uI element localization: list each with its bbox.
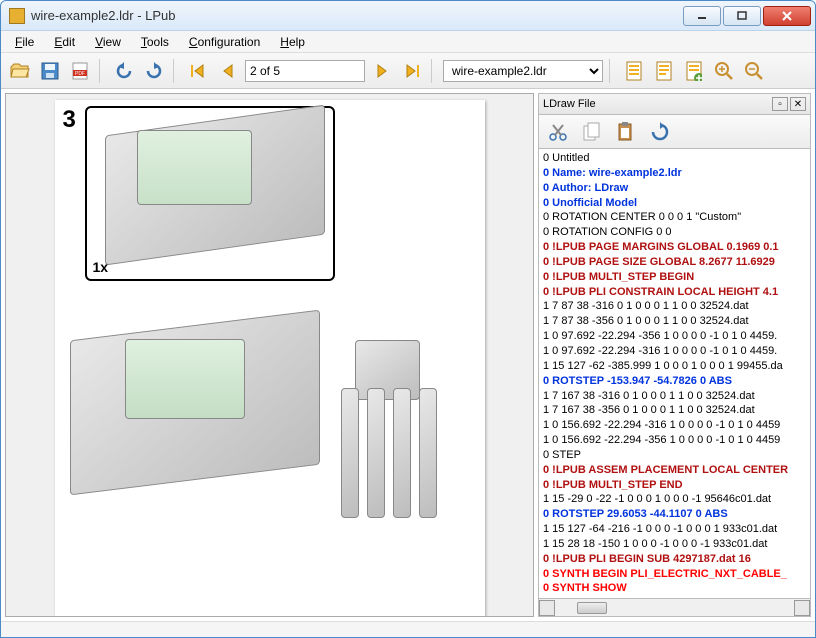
scroll-left-arrow[interactable] <box>539 600 555 616</box>
code-line[interactable]: 0 ROTATION CENTER 0 0 0 1 "Custom" <box>543 210 806 225</box>
code-line[interactable]: 0 !LPUB MULTI_STEP BEGIN <box>543 270 806 285</box>
prev-page-icon[interactable] <box>215 58 241 84</box>
code-line[interactable]: 0 Untitled <box>543 151 806 166</box>
code-line[interactable]: 1 7 167 38 -316 0 1 0 0 0 1 1 0 0 32524.… <box>543 389 806 404</box>
app-icon <box>9 8 25 24</box>
panel-undock-button[interactable]: ▫ <box>772 97 788 111</box>
instruction-page: 3 1x 2 <box>55 100 485 617</box>
code-line[interactable]: 1 0 156.692 -22.294 -316 1 0 0 0 0 -1 0 … <box>543 418 806 433</box>
code-line[interactable]: 0 ROTATION CONFIG 0 0 <box>543 225 806 240</box>
paste-icon[interactable] <box>613 119 639 145</box>
code-line[interactable]: 1 7 87 38 -316 0 1 0 0 0 1 1 0 0 32524.d… <box>543 299 806 314</box>
doc-icon-2[interactable] <box>651 58 677 84</box>
menu-edit[interactable]: Edit <box>46 33 83 51</box>
code-line[interactable]: 1 0 156.692 -22.294 -356 1 0 0 0 0 -1 0 … <box>543 433 806 448</box>
close-button[interactable] <box>763 6 811 26</box>
horizontal-scrollbar[interactable] <box>538 599 811 617</box>
panel-close-button[interactable]: ✕ <box>790 97 806 111</box>
doc-icon-1[interactable] <box>621 58 647 84</box>
assembly-2 <box>335 340 465 540</box>
svg-text:PDF: PDF <box>75 71 85 77</box>
code-line[interactable]: 1 15 -29 0 -22 -1 0 0 0 1 0 0 0 -1 95646… <box>543 492 806 507</box>
code-line[interactable]: 0 SYNTH SHOW <box>543 581 806 596</box>
cut-icon[interactable] <box>545 119 571 145</box>
scroll-thumb[interactable] <box>577 602 607 614</box>
model-select[interactable]: wire-example2.ldr <box>443 60 603 82</box>
code-line[interactable]: 0 !LPUB MULTI_STEP END <box>543 478 806 493</box>
panel-toolbar <box>538 115 811 149</box>
step-number: 3 <box>63 106 76 134</box>
undo-icon[interactable] <box>111 58 137 84</box>
code-line[interactable]: 0 Unofficial Model <box>543 196 806 211</box>
copy-icon[interactable] <box>579 119 605 145</box>
code-line[interactable]: 1 7 167 38 -356 0 1 0 0 0 1 1 0 0 32524.… <box>543 403 806 418</box>
first-page-icon[interactable] <box>185 58 211 84</box>
page-input[interactable] <box>245 60 365 82</box>
last-page-icon[interactable] <box>399 58 425 84</box>
toolbar: PDF wire-example2.ldr <box>1 53 815 89</box>
statusbar <box>1 621 815 637</box>
code-line[interactable]: 1 0 97.692 -22.294 -356 1 0 0 0 0 -1 0 1… <box>543 329 806 344</box>
titlebar: wire-example2.ldr - LPub <box>1 1 815 31</box>
refresh-icon[interactable] <box>647 119 673 145</box>
pli-quantity: 1x <box>93 259 109 275</box>
code-line[interactable]: 1 15 127 -64 -216 -1 0 0 0 -1 0 0 0 1 93… <box>543 522 806 537</box>
minimize-button[interactable] <box>683 6 721 26</box>
code-line[interactable]: 0 SYNTH BEGIN PLI_ELECTRIC_NXT_CABLE_ <box>543 567 806 582</box>
code-line[interactable]: 0 ROTSTEP 29.6053 -44.1107 0 ABS <box>543 507 806 522</box>
code-area[interactable]: 0 Untitled0 Name: wire-example2.ldr0 Aut… <box>538 149 811 599</box>
code-line[interactable]: 1 0 97.692 -22.294 -316 1 0 0 0 0 -1 0 1… <box>543 344 806 359</box>
menu-tools[interactable]: Tools <box>133 33 177 51</box>
code-line[interactable]: 0 ROTSTEP -153.947 -54.7826 0 ABS <box>543 374 806 389</box>
assembly-1 <box>70 325 330 505</box>
open-icon[interactable] <box>7 58 33 84</box>
window-title: wire-example2.ldr - LPub <box>31 8 683 23</box>
zoom-in-icon[interactable] <box>711 58 737 84</box>
zoom-out-icon[interactable] <box>741 58 767 84</box>
doc-add-icon[interactable] <box>681 58 707 84</box>
menu-help[interactable]: Help <box>272 33 313 51</box>
pli-box: 1x <box>85 106 335 281</box>
code-line[interactable]: 0 !LPUB PLI CONSTRAIN LOCAL HEIGHT 4.1 <box>543 285 806 300</box>
code-line[interactable]: 1 15 127 -62 -385.999 1 0 0 0 1 0 0 0 1 … <box>543 359 806 374</box>
next-page-icon[interactable] <box>369 58 395 84</box>
scroll-right-arrow[interactable] <box>794 600 810 616</box>
menu-view[interactable]: View <box>87 33 129 51</box>
redo-icon[interactable] <box>141 58 167 84</box>
menubar: File Edit View Tools Configuration Help <box>1 31 815 53</box>
code-line[interactable]: 0 !LPUB PLI BEGIN SUB 4297187.dat 16 <box>543 552 806 567</box>
code-line[interactable]: 1 7 87 38 -356 0 1 0 0 0 1 1 0 0 32524.d… <box>543 314 806 329</box>
code-line[interactable]: 0 Author: LDraw <box>543 181 806 196</box>
code-line[interactable]: 0 STEP <box>543 448 806 463</box>
code-line[interactable]: 0 !LPUB PAGE SIZE GLOBAL 8.2677 11.6929 <box>543 255 806 270</box>
panel-header: LDraw File ▫ ✕ <box>538 93 811 115</box>
code-line[interactable]: 0 Name: wire-example2.ldr <box>543 166 806 181</box>
code-line[interactable]: 1 15 28 18 -150 1 0 0 0 -1 0 0 0 -1 933c… <box>543 537 806 552</box>
panel-title: LDraw File <box>543 98 770 110</box>
page-view[interactable]: 3 1x 2 <box>5 93 534 617</box>
code-line[interactable]: 0 !LPUB ASSEM PLACEMENT LOCAL CENTER <box>543 463 806 478</box>
pdf-icon[interactable]: PDF <box>67 58 93 84</box>
save-icon[interactable] <box>37 58 63 84</box>
code-line[interactable]: 0 !LPUB PAGE MARGINS GLOBAL 0.1969 0.1 <box>543 240 806 255</box>
menu-configuration[interactable]: Configuration <box>181 33 268 51</box>
menu-file[interactable]: File <box>7 33 42 51</box>
maximize-button[interactable] <box>723 6 761 26</box>
